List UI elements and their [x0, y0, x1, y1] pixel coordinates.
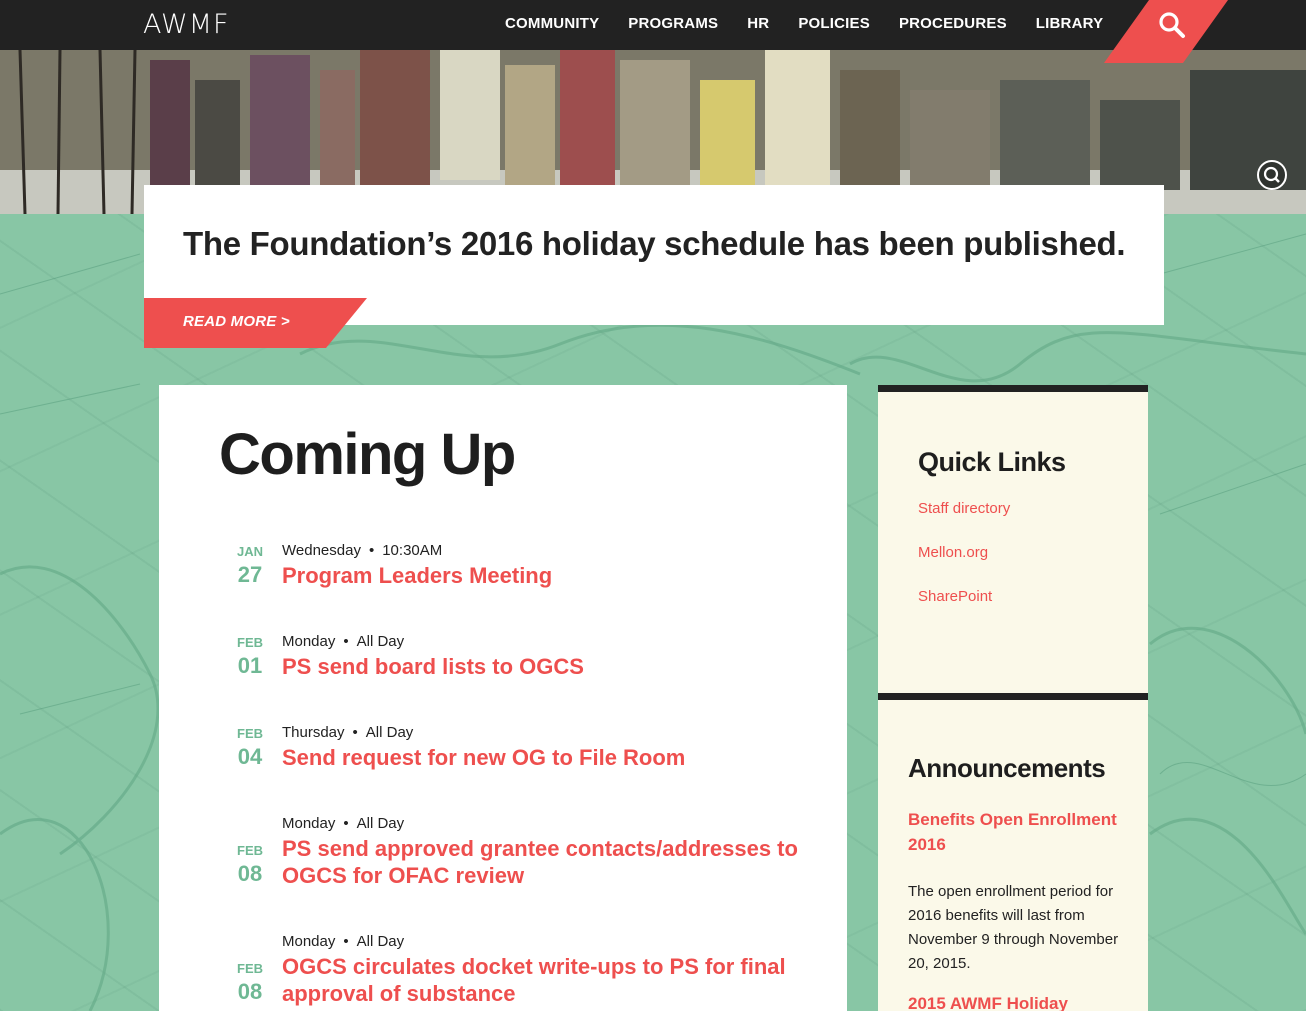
event-weekday: Monday — [282, 815, 336, 832]
quick-links-panel: Quick Links Staff directory Mellon.org S… — [878, 385, 1148, 700]
event-day: 04 — [237, 744, 263, 769]
featured-headline[interactable]: The Foundation’s 2016 holiday schedule h… — [183, 225, 1126, 263]
event-month: FEB — [237, 635, 263, 650]
read-more-label: READ MORE > — [183, 313, 290, 330]
event-meta: Wednesday • 10:30AM — [282, 542, 443, 559]
coming-up-panel: Coming Up JAN 27 Wednesday • 10:30AM Progr… — [159, 385, 847, 1011]
quick-link-staff-directory[interactable]: Staff directory — [918, 500, 1010, 517]
event-meta: Monday • All Day — [282, 633, 405, 650]
announcements-panel: Announcements Benefits Open Enrollment 2… — [878, 693, 1148, 1011]
event-title-link[interactable]: OGCS circulates docket write-ups to PS f… — [282, 953, 827, 1007]
coming-up-title: Coming Up — [219, 422, 516, 487]
announcements-title: Announcements — [908, 753, 1106, 783]
quick-link-mellon[interactable]: Mellon.org — [918, 544, 988, 561]
quick-links-title: Quick Links — [918, 447, 1066, 477]
event-title-link[interactable]: Send request for new OG to File Room — [282, 744, 827, 771]
event-title-link[interactable]: PS send approved grantee contacts/addres… — [282, 835, 827, 889]
event-day: 08 — [237, 979, 263, 1004]
nav-policies[interactable]: POLICIES — [798, 15, 870, 32]
nav-programs[interactable]: PROGRAMS — [628, 15, 718, 32]
event-month: FEB — [237, 961, 263, 976]
nav-procedures[interactable]: PROCEDURES — [899, 15, 1007, 32]
event-day: 01 — [237, 653, 263, 678]
event-meta: Monday • All Day — [282, 933, 405, 950]
event-day: 08 — [237, 861, 263, 886]
main-nav: COMMUNITY PROGRAMS HR POLICIES PROCEDURE… — [505, 15, 1132, 32]
event-meta: Monday • All Day — [282, 815, 405, 832]
zoom-icon[interactable] — [1257, 160, 1287, 190]
event-month: JAN — [236, 544, 263, 559]
nav-community[interactable]: COMMUNITY — [505, 15, 599, 32]
event-time: All Day — [356, 633, 405, 650]
nav-hr[interactable]: HR — [747, 15, 769, 32]
event-weekday: Monday — [282, 933, 336, 950]
event-month: FEB — [237, 843, 263, 858]
event-weekday: Wednesday — [282, 542, 361, 559]
event-time: All Day — [356, 933, 405, 950]
event-title-link[interactable]: Program Leaders Meeting — [282, 562, 827, 589]
event-month: FEB — [237, 726, 263, 741]
nav-library[interactable]: LIBRARY — [1036, 15, 1104, 32]
event-weekday: Monday — [282, 633, 336, 650]
event-time: 10:30AM — [382, 542, 443, 559]
announcement-title-link[interactable]: Benefits Open Enrollment 2016 — [908, 807, 1128, 857]
event-weekday: Thursday — [282, 724, 345, 741]
sidebar: Quick Links Staff directory Mellon.org S… — [878, 385, 1148, 1011]
announcement-title-link[interactable]: 2015 AWMF Holiday — [908, 991, 1128, 1011]
event-time: All Day — [365, 724, 414, 741]
event-time: All Day — [356, 815, 405, 832]
quick-link-sharepoint[interactable]: SharePoint — [918, 588, 992, 605]
read-more-button[interactable]: READ MORE > — [144, 298, 367, 348]
announcement-body: The open enrollment period for 2016 bene… — [908, 883, 1119, 972]
search-button[interactable] — [1104, 0, 1228, 63]
event-title-link[interactable]: PS send board lists to OGCS — [282, 653, 827, 680]
awmf-logo[interactable]: AWMF — [143, 9, 230, 40]
event-meta: Thursday • All Day — [282, 724, 414, 741]
event-day: 27 — [237, 562, 263, 587]
